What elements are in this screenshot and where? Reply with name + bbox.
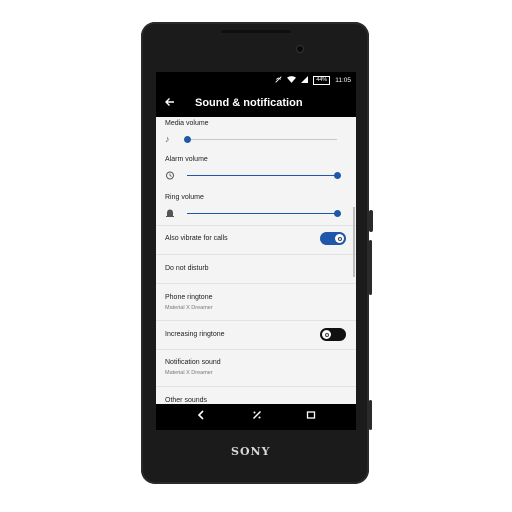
alarm-volume-row: Alarm volume (156, 153, 356, 189)
alarm-volume-thumb[interactable] (334, 172, 341, 179)
ring-volume-label: Ring volume (165, 194, 204, 201)
home-icon[interactable] (252, 410, 262, 424)
vibrate-calls-row[interactable]: Also vibrate for calls (156, 225, 356, 255)
toggle-knob (335, 234, 344, 243)
scrollbar[interactable] (353, 207, 355, 277)
increasing-ringtone-row[interactable]: Increasing ringtone (156, 321, 356, 350)
music-note-icon: ♪ (165, 134, 170, 144)
wifi-icon (287, 76, 297, 85)
toggle-knob (322, 330, 331, 339)
front-camera (296, 45, 304, 53)
vibrate-calls-label: Also vibrate for calls (165, 235, 228, 242)
no-sound-icon (275, 76, 282, 85)
app-bar: Sound & notification (156, 89, 356, 117)
back-icon[interactable] (197, 410, 205, 424)
alarm-volume-label: Alarm volume (165, 156, 208, 163)
phone-ringtone-value: Material X Dreamer (165, 305, 213, 311)
notification-sound-value: Material X Dreamer (165, 370, 213, 376)
status-bar: 44% 11:05 (156, 72, 356, 89)
screen: 44% 11:05 Sound & notification Media vol… (156, 72, 356, 404)
volume-button (369, 240, 372, 295)
increasing-ringtone-label: Increasing ringtone (165, 331, 225, 338)
clock-time: 11:05 (335, 77, 351, 84)
power-button (369, 210, 373, 232)
phone-ringtone-label: Phone ringtone (165, 294, 213, 301)
increasing-ringtone-toggle[interactable] (320, 328, 346, 341)
vibrate-calls-toggle[interactable] (320, 232, 346, 245)
notification-sound-label: Notification sound (165, 359, 221, 366)
other-sounds-label: Other sounds (165, 397, 208, 404)
ring-volume-row: Ring volume (156, 189, 356, 226)
arrow-back-icon[interactable] (165, 96, 175, 110)
other-sounds-row[interactable]: Other sounds (156, 387, 356, 404)
alarm-clock-icon (165, 170, 175, 182)
media-volume-slider[interactable] (184, 136, 337, 143)
media-volume-label: Media volume (165, 120, 209, 127)
do-not-disturb-label: Do not disturb (165, 265, 209, 272)
alarm-volume-fill (187, 175, 337, 176)
camera-button (369, 400, 372, 430)
notification-sound-row[interactable]: Notification sound Material X Dreamer (156, 350, 356, 387)
ring-volume-fill (187, 213, 337, 214)
bell-icon (165, 208, 175, 220)
page-title: Sound & notification (195, 97, 303, 109)
phone-ringtone-row[interactable]: Phone ringtone Material X Dreamer (156, 284, 356, 321)
nav-bar (156, 404, 356, 430)
ring-volume-slider[interactable] (187, 210, 341, 217)
settings-list: Media volume ♪ Alarm volume Ring volume (156, 117, 356, 404)
alarm-volume-slider[interactable] (187, 172, 341, 179)
battery-icon: 44% (313, 76, 331, 85)
media-volume-row: Media volume ♪ (156, 117, 356, 153)
media-volume-thumb[interactable] (184, 136, 191, 143)
earpiece-speaker (221, 30, 291, 33)
ring-volume-thumb[interactable] (334, 210, 341, 217)
signal-icon (301, 76, 309, 85)
do-not-disturb-row[interactable]: Do not disturb (156, 255, 356, 284)
brand-logo: SONY (231, 445, 271, 458)
recents-icon[interactable] (306, 410, 316, 424)
